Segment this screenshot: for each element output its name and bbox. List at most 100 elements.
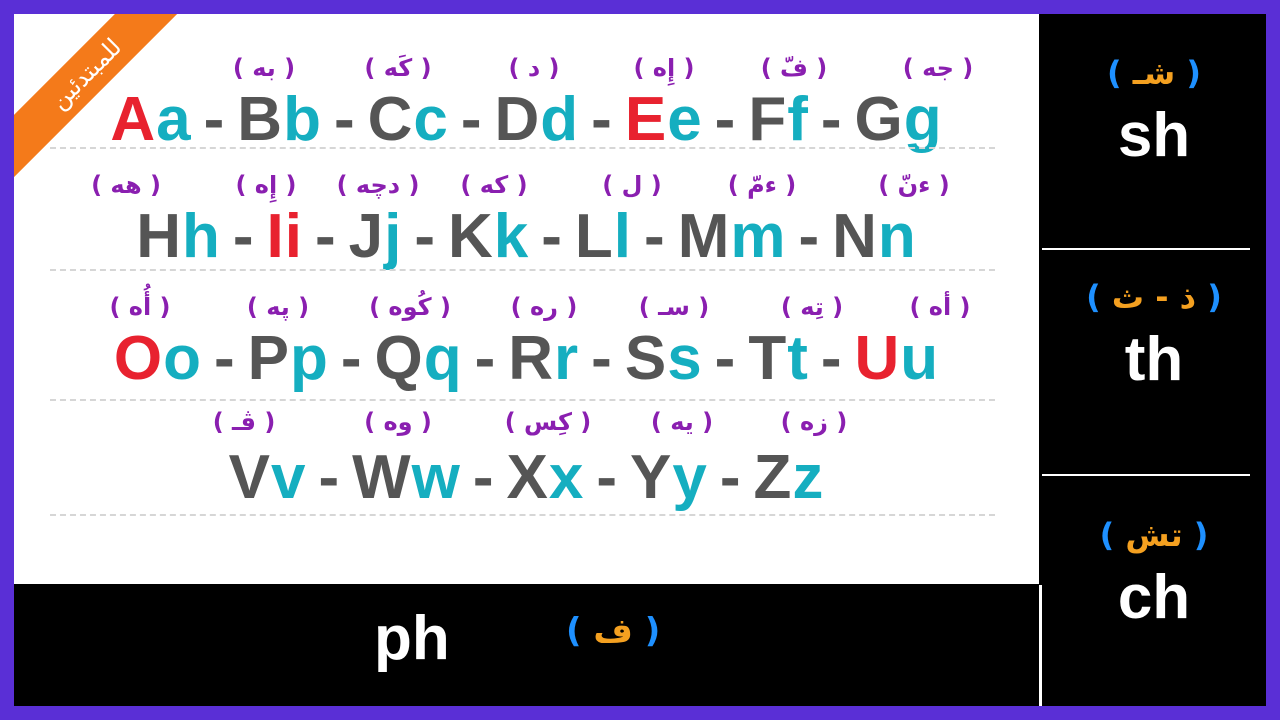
sh-digraph: sh (1117, 101, 1191, 170)
row-divider (50, 147, 995, 149)
uppercase-letter: X (506, 443, 549, 512)
pronunciation-label: ( ءمّ ) (727, 171, 797, 199)
pronunciation-label: ( هه ) (91, 171, 161, 199)
ch-cell: ( تش ) ch (1042, 516, 1266, 633)
letter-pair-o: Oo (114, 324, 202, 393)
letter-pair-h: Hh (136, 202, 221, 271)
lowercase-letter: s (667, 324, 703, 393)
pronunciation-label: ( دچه ) (336, 171, 420, 199)
lowercase-letter: n (877, 202, 917, 271)
uppercase-letter: U (854, 324, 901, 393)
ch-digraph: ch (1117, 563, 1191, 632)
pronunciation-label: ( وه ) (364, 408, 432, 436)
lowercase-letter: b (283, 85, 322, 154)
letter-separator: - (714, 324, 737, 393)
letter-pair-d: Dd (495, 85, 580, 154)
pronunciation-label: ( ڤـ ) (212, 408, 276, 436)
letter-separator: - (714, 85, 737, 154)
uppercase-letter: I (266, 202, 285, 271)
lowercase-letter: w (411, 443, 461, 512)
letter-pair-b: Bb (237, 85, 322, 154)
lowercase-letter: z (792, 443, 825, 512)
letter-separator: - (474, 324, 497, 393)
letter-pair-l: Ll (575, 202, 632, 271)
pronunciation-label: ( په ) (246, 293, 310, 321)
letters-row-2: Hh - Ii - Jj - Kk - Ll - Mm - Nn (14, 201, 1039, 272)
letter-pair-w: Ww (352, 443, 461, 512)
lowercase-letter: o (163, 324, 202, 393)
letter-pair-i: Ii (267, 202, 303, 271)
pronunciation-label: ( إِه ) (235, 171, 297, 199)
uppercase-letter: W (352, 443, 412, 512)
uppercase-letter: B (237, 85, 284, 154)
letter-separator: - (203, 85, 226, 154)
pronunciation-label: ( يه ) (650, 408, 714, 436)
letter-pair-e: Ee (625, 85, 703, 154)
sidebar-divider (1042, 248, 1250, 250)
uppercase-letter: O (113, 324, 164, 393)
ph-digraph: ph (374, 604, 450, 673)
letter-pair-s: Ss (625, 324, 703, 393)
letter-pair-f: Ff (748, 85, 809, 154)
lowercase-letter: a (156, 85, 192, 154)
letters-row-4: Vv - Ww - Xx - Yy - Zz (14, 442, 1039, 513)
uppercase-letter: Y (630, 443, 673, 512)
letter-separator: - (314, 202, 337, 271)
letter-separator: - (472, 443, 495, 512)
ph-panel: ph ( ف ) (14, 585, 1039, 706)
pronunciation-label: ( ره ) (510, 293, 578, 321)
pronunciation-label: ( سـ ) (638, 293, 710, 321)
lowercase-letter: p (289, 324, 329, 393)
digraph-sidebar: ( شـ ) sh ( ذ - ث ) th ( تش ) ch (1042, 14, 1266, 706)
th-cell: ( ذ - ث ) th (1042, 278, 1266, 395)
letter-pair-j: Jj (349, 202, 403, 271)
lowercase-letter: i (284, 202, 303, 271)
letter-pair-v: Vv (229, 443, 307, 512)
uppercase-letter: Q (374, 324, 424, 393)
letter-pair-u: Uu (855, 324, 940, 393)
lowercase-letter: q (423, 324, 463, 393)
lowercase-letter: r (554, 324, 580, 393)
th-digraph: th (1124, 325, 1184, 394)
row-divider (50, 399, 995, 401)
pronunciation-label: ( فّ ) (760, 54, 828, 82)
pronunciation-label: ( جه ) (902, 54, 974, 82)
letter-separator: - (820, 85, 843, 154)
uppercase-letter: N (832, 202, 878, 271)
uppercase-letter: H (136, 202, 182, 271)
uppercase-letter: T (748, 324, 788, 393)
lowercase-letter: y (672, 443, 708, 512)
lowercase-letter: h (181, 202, 221, 271)
letter-separator: - (541, 202, 563, 271)
row-divider (50, 514, 995, 516)
pronunciation-label: ( زه ) (780, 408, 848, 436)
uppercase-letter: R (508, 324, 555, 393)
pronunciation-label: ( د ) (508, 54, 560, 82)
uppercase-letter: E (624, 85, 668, 154)
th-pronunciation: ( ذ - ث ) (1086, 278, 1222, 316)
lowercase-letter: k (493, 202, 530, 271)
sh-cell: ( شـ ) sh (1042, 54, 1266, 171)
pronunciation-label: ( أُه ) (109, 293, 171, 321)
pronunciation-label: ( ل ) (602, 171, 662, 199)
lowercase-letter: t (787, 324, 809, 393)
row-divider (50, 269, 995, 271)
letter-pair-t: Tt (748, 324, 809, 393)
letter-separator: - (213, 324, 236, 393)
ph-pronunciation: ( ف ) (566, 611, 661, 651)
letter-pair-a: Aa (110, 85, 191, 154)
letter-separator: - (820, 324, 843, 393)
pronunciation-label: ( تِه ) (780, 293, 844, 321)
uppercase-letter: V (228, 443, 271, 512)
pronunciation-label: ( كِس ) (504, 408, 592, 436)
pronunciation-label: ( ءنّ ) (878, 171, 950, 199)
letter-pair-x: Xx (507, 443, 585, 512)
letter-pair-g: Gg (855, 85, 943, 154)
pronunciation-label: ( أه ) (909, 293, 971, 321)
letter-pair-q: Qq (374, 324, 462, 393)
letters-row-1: Aa - Bb - Cc - Dd - Ee - Ff - Gg (14, 84, 1039, 155)
letter-separator: - (596, 443, 619, 512)
pronunciation-label: ( إِه ) (633, 54, 695, 82)
letter-pair-m: Mm (678, 202, 787, 271)
uppercase-letter: C (367, 85, 414, 154)
